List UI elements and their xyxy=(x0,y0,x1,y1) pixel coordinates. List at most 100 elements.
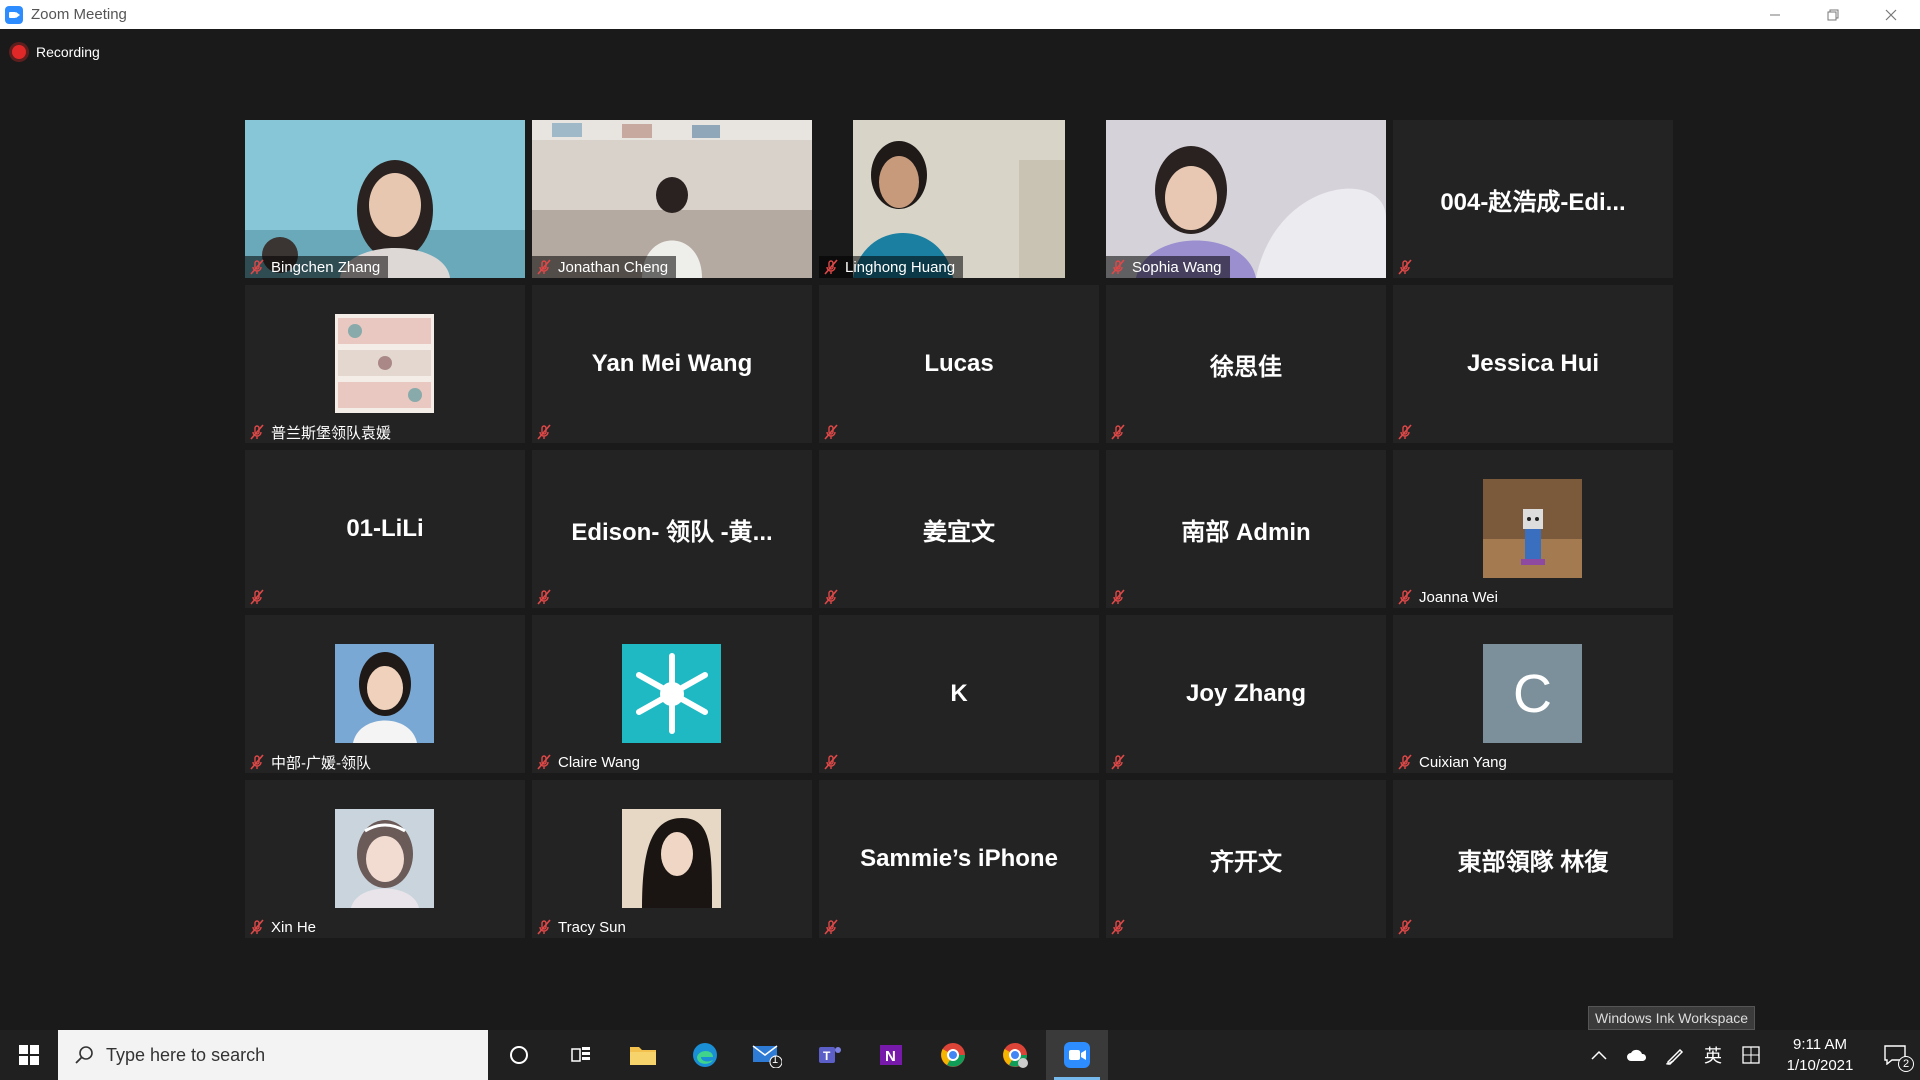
participant-tile[interactable]: Joanna Wei xyxy=(1393,450,1673,608)
participant-tile[interactable]: 南部 Admin xyxy=(1106,450,1386,608)
avatar-image xyxy=(335,314,434,413)
participant-name-label xyxy=(532,421,566,443)
ime-mode-button[interactable]: 英 xyxy=(1694,1030,1732,1080)
windows-ink-button[interactable] xyxy=(1656,1030,1694,1080)
zoom-icon xyxy=(1064,1042,1090,1068)
close-button[interactable] xyxy=(1862,0,1920,29)
cloud-icon xyxy=(1627,1049,1647,1061)
participant-tile[interactable]: Xin He xyxy=(245,780,525,938)
search-placeholder: Type here to search xyxy=(106,1044,266,1065)
participant-name: Sophia Wang xyxy=(1132,258,1222,276)
muted-mic-icon xyxy=(824,259,838,275)
chrome-button[interactable] xyxy=(922,1030,984,1080)
recording-indicator[interactable]: Recording xyxy=(12,44,100,60)
minimize-button[interactable] xyxy=(1746,0,1804,29)
participant-name-label xyxy=(532,586,566,608)
participant-tile[interactable]: 01-LiLi xyxy=(245,450,525,608)
clock-time: 9:11 AM xyxy=(1793,1036,1847,1053)
chrome-profile-button[interactable] xyxy=(984,1030,1046,1080)
participant-tile[interactable]: Tracy Sun xyxy=(532,780,812,938)
participant-tile[interactable]: 齐开文 xyxy=(1106,780,1386,938)
windows-logo-icon xyxy=(19,1045,39,1065)
participant-tile[interactable]: 004-赵浩成-Edi... xyxy=(1393,120,1673,278)
muted-mic-icon xyxy=(1111,424,1125,440)
muted-mic-icon xyxy=(1111,259,1125,275)
recording-label: Recording xyxy=(36,44,100,60)
participant-tile[interactable]: Claire Wang xyxy=(532,615,812,773)
avatar-image xyxy=(622,644,721,743)
participant-name-label: Claire Wang xyxy=(532,751,648,773)
participant-name-label xyxy=(1106,421,1140,443)
windows-ink-tooltip: Windows Ink Workspace xyxy=(1588,1006,1756,1030)
title-bar: Zoom Meeting xyxy=(0,0,1920,29)
participant-name: Tracy Sun xyxy=(558,918,626,936)
muted-mic-icon xyxy=(824,424,838,440)
clock[interactable]: 9:11 AM 1/10/2021 xyxy=(1770,1034,1870,1076)
muted-mic-icon xyxy=(824,919,838,935)
participant-name-label: Linghong Huang xyxy=(819,256,964,278)
participant-avatar xyxy=(622,644,721,743)
participant-tile[interactable]: Sophia Wang xyxy=(1106,120,1386,278)
start-button[interactable] xyxy=(0,1030,58,1080)
folder-icon xyxy=(630,1047,656,1065)
action-center-button[interactable]: 2 xyxy=(1870,1030,1920,1080)
zoom-taskbar-button[interactable] xyxy=(1046,1030,1108,1080)
participant-name: 中部-广媛-领队 xyxy=(271,754,371,772)
participant-tile[interactable]: Sammie’s iPhone xyxy=(819,780,1099,938)
participant-name-label: Jonathan Cheng xyxy=(532,256,677,278)
participant-tile[interactable]: Jonathan Cheng xyxy=(532,120,812,278)
participant-tile[interactable]: Joy Zhang xyxy=(1106,615,1386,773)
edge-icon xyxy=(693,1043,717,1067)
participant-name: Xin He xyxy=(271,918,317,936)
muted-mic-icon xyxy=(1398,424,1412,440)
muted-mic-icon xyxy=(1398,259,1412,275)
window-controls xyxy=(1746,0,1920,29)
ime-layout-button[interactable] xyxy=(1732,1030,1770,1080)
participant-name-label xyxy=(819,916,853,938)
participant-tile[interactable]: 普兰斯堡领队袁媛 xyxy=(245,285,525,443)
participant-tile[interactable]: 徐思佳 xyxy=(1106,285,1386,443)
participant-tile[interactable]: K xyxy=(819,615,1099,773)
participant-display-name: K xyxy=(950,680,968,707)
search-icon xyxy=(75,1046,93,1064)
cortana-button[interactable] xyxy=(488,1030,550,1080)
avatar-image xyxy=(335,809,434,908)
restore-button[interactable] xyxy=(1804,0,1862,29)
participant-tile[interactable]: Edison- 领队 -黄... xyxy=(532,450,812,608)
restore-icon xyxy=(1827,9,1839,20)
onenote-button[interactable]: N xyxy=(860,1030,922,1080)
participant-display-name: 姜宜文 xyxy=(923,518,995,546)
teams-icon: T xyxy=(819,1047,841,1063)
participant-display-name: Sammie’s iPhone xyxy=(860,845,1058,872)
mail-button[interactable]: 1 xyxy=(736,1030,798,1080)
participant-tile[interactable]: 姜宜文 xyxy=(819,450,1099,608)
participant-tile[interactable]: C Cuixian Yang xyxy=(1393,615,1673,773)
participant-tile[interactable]: 中部-广媛-领队 xyxy=(245,615,525,773)
participant-tile[interactable]: Bingchen Zhang xyxy=(245,120,525,278)
svg-text:N: N xyxy=(885,1048,896,1065)
muted-mic-icon xyxy=(1111,589,1125,605)
muted-mic-icon xyxy=(1111,754,1125,770)
onedrive-button[interactable] xyxy=(1618,1030,1656,1080)
participant-name-label: Joanna Wei xyxy=(1393,586,1506,608)
participant-name-label xyxy=(819,586,853,608)
participant-name-label xyxy=(819,751,853,773)
teams-button[interactable]: T xyxy=(798,1030,860,1080)
mail-badge: 1 xyxy=(772,1054,779,1066)
muted-mic-icon xyxy=(537,919,551,935)
participant-name: Joanna Wei xyxy=(1419,588,1498,606)
participant-avatar xyxy=(335,314,434,413)
task-view-button[interactable] xyxy=(550,1030,612,1080)
participant-tile[interactable]: 東部領隊 林復 xyxy=(1393,780,1673,938)
show-hidden-icons-button[interactable] xyxy=(1580,1030,1618,1080)
edge-browser-button[interactable] xyxy=(674,1030,736,1080)
taskbar-search-box[interactable]: Type here to search xyxy=(58,1030,488,1080)
participant-tile[interactable]: Yan Mei Wang xyxy=(532,285,812,443)
participant-tile[interactable]: Jessica Hui xyxy=(1393,285,1673,443)
participant-tile[interactable]: Lucas xyxy=(819,285,1099,443)
avatar-image xyxy=(1483,479,1582,578)
file-explorer-button[interactable] xyxy=(612,1030,674,1080)
muted-mic-icon xyxy=(1398,754,1412,770)
participant-tile[interactable]: Linghong Huang xyxy=(819,120,1099,278)
participant-display-name: Yan Mei Wang xyxy=(591,350,753,377)
